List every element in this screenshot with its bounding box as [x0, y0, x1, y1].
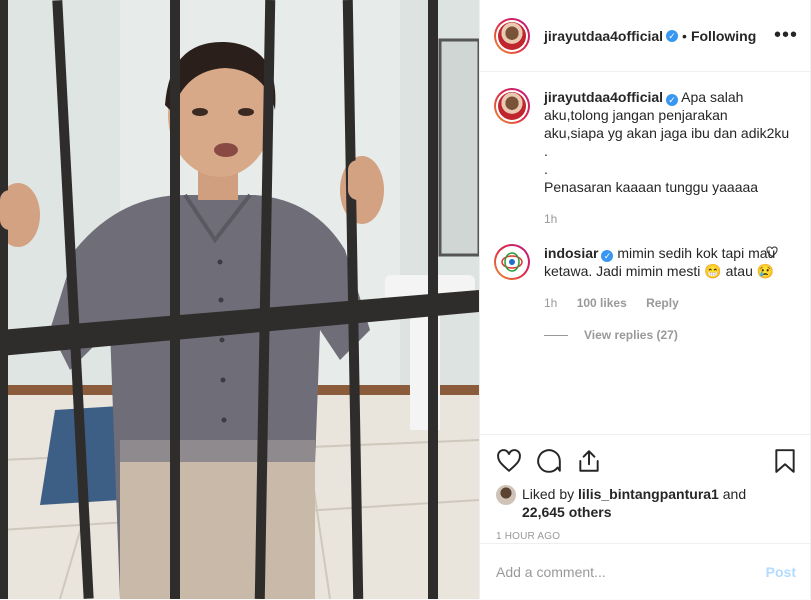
share-icon[interactable]	[576, 441, 616, 481]
header-separator: •	[682, 27, 687, 44]
caption-line: aku,siapa yg akan jaga ibu dan adik2ku	[544, 125, 790, 141]
comment-text-2: atau	[725, 263, 753, 279]
post-side-panel: jirayutdaa4official ✓ • Following ••• ji…	[479, 0, 811, 599]
post-timestamp[interactable]: 1 HOUR AGO	[496, 531, 796, 542]
replies-line	[544, 334, 568, 336]
caption-line: aku,tolong jangan penjarakan	[544, 107, 728, 123]
liked-by-others[interactable]: 22,645 others	[522, 504, 612, 520]
commenter-username[interactable]: indosiar	[544, 245, 598, 261]
comment-meta: 1h 100 likes Reply	[544, 294, 796, 312]
comment-input[interactable]	[496, 563, 766, 580]
like-heart-icon[interactable]	[496, 441, 536, 481]
author-avatar[interactable]	[494, 17, 530, 54]
verified-badge-icon: ✓	[666, 94, 679, 106]
view-replies-label: View replies (27)	[584, 328, 678, 342]
comment-time[interactable]: 1h	[544, 296, 557, 310]
caption-line: .	[544, 143, 548, 159]
liked-by-and: and	[722, 486, 747, 502]
liker-avatar[interactable]	[496, 485, 516, 505]
caption-time[interactable]: 1h	[544, 212, 557, 226]
author-username[interactable]: jirayutdaa4official	[544, 28, 663, 44]
caption-line: Penasaran kaaaan tunggu yaaaaa	[544, 179, 759, 195]
commenter-avatar[interactable]	[494, 244, 530, 280]
comment-body: indosiar ✓ mimin sedih kok tapi mau ketaw…	[544, 244, 796, 344]
post-container: jirayutdaa4official ✓ • Following ••• ji…	[0, 0, 811, 599]
comment-bubble-icon[interactable]	[536, 441, 576, 481]
liked-by-user[interactable]: lilis_bintangpantura1	[578, 486, 719, 502]
jail-photo-illustration	[0, 0, 479, 599]
liked-by-prefix: Liked by	[522, 486, 575, 502]
add-comment-bar: Post	[480, 543, 811, 599]
caption-comment: jirayutdaa4official ✓ Apa salah aku,tolon…	[494, 88, 796, 228]
bookmark-icon[interactable]	[756, 441, 796, 481]
caption-avatar[interactable]	[494, 88, 530, 124]
action-icons-bar	[496, 437, 796, 485]
post-header: jirayutdaa4official ✓ • Following •••	[480, 0, 811, 72]
post-comment-button[interactable]: Post	[766, 564, 796, 580]
post-photo[interactable]	[0, 0, 479, 599]
comment-likes[interactable]: 100 likes	[577, 296, 627, 310]
view-replies-button[interactable]: View replies (27)	[544, 326, 796, 344]
comment-like-heart-icon[interactable]	[766, 246, 778, 261]
following-button[interactable]: Following	[691, 28, 756, 44]
liked-by-summary: Liked by lilis_bintangpantura1 and 22,64…	[496, 485, 796, 521]
grin-emoji-icon: 😁	[704, 263, 722, 279]
indosiar-logo-icon	[501, 252, 523, 272]
comment-item: indosiar ✓ mimin sedih kok tapi mau ketaw…	[494, 244, 796, 344]
reply-button[interactable]: Reply	[646, 296, 679, 310]
comments-section: jirayutdaa4official ✓ Apa salah aku,tolon…	[480, 72, 811, 434]
caption-line: .	[544, 161, 548, 177]
verified-badge-icon: ✓	[666, 29, 679, 42]
caption-body: jirayutdaa4official ✓ Apa salah aku,tolon…	[544, 88, 796, 228]
sad-emoji-icon: 😢	[756, 263, 775, 279]
verified-badge-icon: ✓	[601, 250, 614, 262]
caption-line: Apa salah	[681, 89, 744, 105]
caption-meta: 1h	[544, 210, 796, 228]
more-dots-icon[interactable]: •••	[774, 24, 798, 47]
caption-username[interactable]: jirayutdaa4official	[544, 89, 663, 105]
